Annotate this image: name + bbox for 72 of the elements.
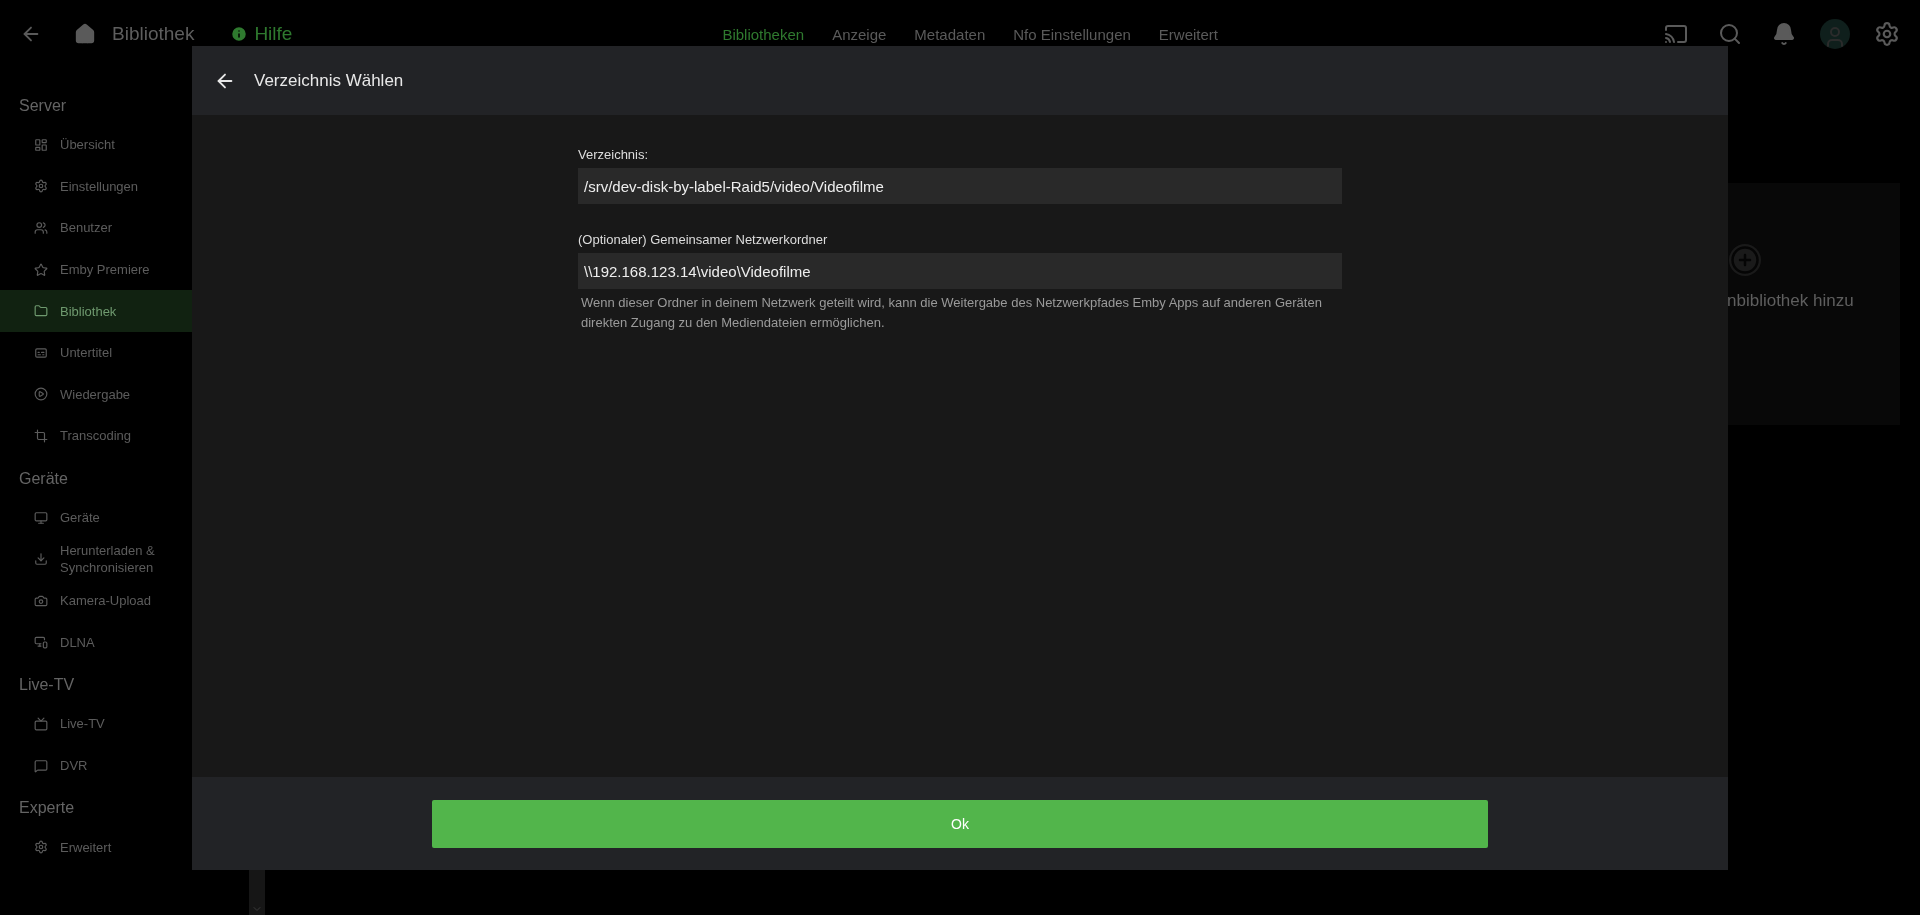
nav-item[interactable]: Geräte <box>0 496 192 539</box>
gear-icon <box>34 179 48 194</box>
screen-icon <box>34 635 48 650</box>
nav-label: Einstellungen <box>60 177 139 195</box>
dialog-title: Verzeichnis Wählen <box>254 70 404 91</box>
help-text: Wenn dieser Ordner in deinem Netzwerk geteilt wird, kann die Weitergabe des Netzwerkpfades Emby Apps auf anderen Geräten direkten Zugang zu den Mediendateien ermöglichen. <box>580 294 1323 332</box>
subtitles-icon <box>34 345 48 360</box>
nav-label: Kamera-Upload <box>60 592 152 610</box>
nav-item[interactable]: Herunterladen & Synchronisieren <box>0 538 192 580</box>
page-title: Bibliothek <box>112 23 195 45</box>
users-icon <box>34 221 48 235</box>
play-icon <box>34 387 48 402</box>
section-title: Live-TV <box>18 675 76 696</box>
tab[interactable]: Metadaten <box>914 25 986 43</box>
monitor-icon <box>34 510 48 525</box>
folder-icon <box>34 304 48 319</box>
nav-label: DLNA <box>60 633 95 651</box>
nav-item[interactable]: Kamera-Upload <box>0 579 192 622</box>
nav-item[interactable]: Erweitert <box>0 826 192 868</box>
nav-item[interactable]: Untertitel <box>0 331 192 374</box>
nav-item[interactable]: Einstellungen <box>0 165 192 208</box>
tv-icon <box>34 716 48 731</box>
nav-label: Emby Premiere <box>60 261 150 279</box>
message-icon <box>34 758 48 773</box>
nav-label: Bibliothek <box>60 302 117 320</box>
nav-item[interactable]: Benutzer <box>0 207 192 249</box>
nav-item[interactable]: Emby Premiere <box>0 248 192 291</box>
nav-item[interactable]: Wiedergabe <box>0 373 192 416</box>
nav-label: Erweitert <box>60 838 112 856</box>
nav-label: Übersicht <box>60 136 115 154</box>
tab[interactable]: Nfo Einstellungen <box>1013 25 1131 43</box>
gear-icon <box>34 840 48 855</box>
input-field[interactable]: \\192.168.123.14\video\Videofilme <box>578 253 1342 289</box>
nav-label: DVR <box>60 757 88 774</box>
add-library-card[interactable]: nbibliothek hinzu <box>1727 183 1900 425</box>
info-icon <box>230 25 249 43</box>
camera-icon <box>34 593 48 608</box>
search-icon <box>1718 22 1742 46</box>
nav-item[interactable]: Bibliothek <box>0 290 192 332</box>
bell-icon <box>1772 22 1796 46</box>
nav-label: Wiedergabe <box>60 385 131 403</box>
input-field[interactable]: /srv/dev-disk-by-label-Raid5/video/Videofilme <box>578 168 1342 204</box>
star-icon <box>34 262 48 277</box>
section-title: Server <box>18 96 68 116</box>
nav-label: Geräte <box>60 509 100 527</box>
help-label: Hilfe <box>254 23 293 45</box>
settings-icon <box>1874 21 1900 47</box>
nav-label: Live-TV <box>60 715 105 733</box>
nav-label: Herunterladen & Synchronisieren <box>60 542 156 577</box>
dashboard-icon <box>34 137 48 152</box>
nav-label: Benutzer <box>60 219 113 237</box>
ok-button[interactable]: Ok <box>432 799 1488 848</box>
section-title: Experte <box>18 798 76 819</box>
tab[interactable]: Anzeige <box>832 25 887 43</box>
download-icon <box>34 552 48 567</box>
nav-label: Transcoding <box>60 427 132 445</box>
nav-item[interactable]: Transcoding <box>0 415 192 457</box>
field-label: (Optionaler) Gemeinsamer Netzwerkordner <box>578 232 829 247</box>
section-title: Geräte <box>18 468 69 489</box>
home-icon <box>74 23 96 45</box>
cast-icon <box>1664 22 1688 46</box>
nav-item[interactable]: Übersicht <box>0 124 192 166</box>
nav-label: Untertitel <box>60 344 113 362</box>
nav-item[interactable]: Live-TV <box>0 703 192 745</box>
card-label: nbibliothek hinzu <box>1727 291 1854 311</box>
nav-item[interactable]: DLNA <box>0 621 192 664</box>
crop-icon <box>34 428 48 443</box>
field-label: Verzeichnis: <box>578 147 650 162</box>
nav-item[interactable]: DVR <box>0 744 192 787</box>
tab[interactable]: Bibliotheken <box>722 25 805 43</box>
tab[interactable]: Erweitert <box>1158 25 1218 43</box>
help-link[interactable]: Hilfe <box>230 23 293 45</box>
